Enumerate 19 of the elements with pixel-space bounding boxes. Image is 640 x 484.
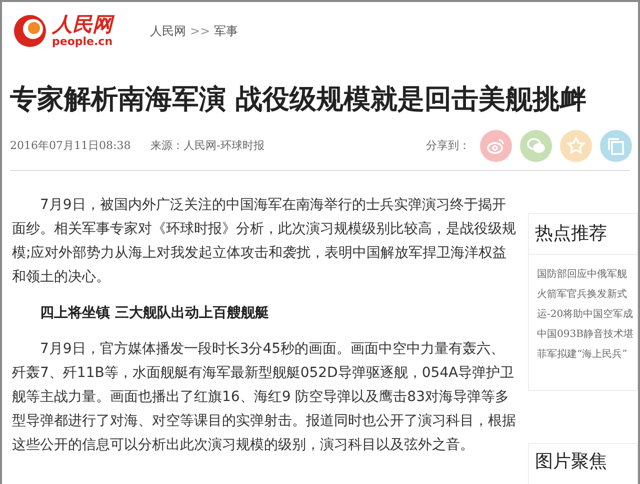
breadcrumb-separator: >> [190,23,210,40]
article-paragraph: 7月9日，被国内外广泛关注的中国海军在南海举行的士兵实弹演习终于揭开面纱。相关军事专家对《环球时报》分析，此次演习规模级别比较高，是战役级规模;应对外部势力从海上对我发起立体攻击和袭扰，表明中国解放军捍卫海洋权益和领土的决心。 [12,196,516,287]
photo-title: 图片聚焦 [534,450,608,472]
source-text: 来源：人民网-环球时报 [150,138,264,154]
breadcrumb-link[interactable]: 军事 [214,22,238,40]
hot-item-link[interactable]: 菲军拟建“海上民兵” [537,349,637,361]
hot-item-link[interactable]: 国防部回应中俄军舰 [537,269,637,281]
headline: 专家解析南海军演 战役级规模就是回击美舰挑衅 [10,83,588,117]
article-paragraph: 7月9日，官方媒体播发一段时长3分45秒的画面。画面中空中力量有轰六、歼轰7、歼11B等，水面舰艇有海军最新型舰艇052D导弹驱逐舰，054A导弹护卫舰等主战力量。画面也播出了红旗16、海红9 防空导弹以及鹰击83对海导弹等多型导弹都进行了对海、对空等课目的实弹射击。报道同时也公开了演习科目，根据这些公开的信息可以分析出此次演习规模的级别，演习科目以及弦外之音。 [12,340,516,455]
section-heading: 四上将坐镇 三大舰队出动上百艘舰艇 [39,304,270,323]
share-label: 分享到： [426,138,470,154]
hot-item-link[interactable]: 运-20将助中国空军成 [537,309,637,321]
hot-item-link[interactable]: 火箭军官兵换发新式 [537,289,637,301]
hot-title: 热点推荐 [529,214,637,255]
breadcrumb-link[interactable]: 人民网 [150,22,186,40]
logo-domain: people.cn [52,36,113,48]
publish-date: 2016年07月11日08:38 [10,138,131,154]
hot-item-link[interactable]: 中国093B静音技术堪 [537,329,637,341]
logo-name: 人民网 [52,14,112,36]
